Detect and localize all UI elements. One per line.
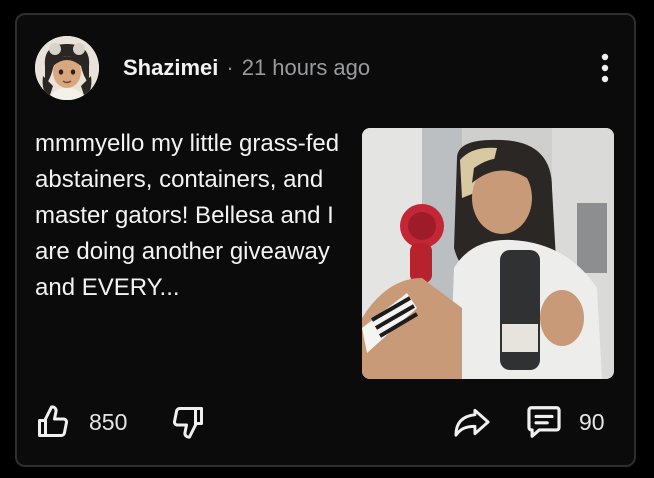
- timestamp: 21 hours ago: [241, 55, 371, 80]
- thumbs-up-icon: [35, 404, 71, 440]
- downvote-button[interactable]: [170, 402, 206, 442]
- post-meta: Shazimei · 21 hours ago: [123, 55, 370, 81]
- thumbs-down-icon: [170, 404, 206, 440]
- post-actions: 850 90: [35, 402, 612, 442]
- post-header: Shazimei · 21 hours ago: [35, 35, 620, 101]
- avatar-illustration: [35, 36, 99, 100]
- share-button[interactable]: [453, 402, 491, 442]
- share-arrow-icon: [453, 404, 491, 440]
- upvote-count: 850: [89, 408, 128, 435]
- thumbnail-photo: [362, 128, 614, 379]
- upvote-button[interactable]: 850: [35, 402, 127, 442]
- post-card[interactable]: Shazimei · 21 hours ago mmmyello my litt…: [15, 13, 636, 467]
- comment-count: 90: [579, 408, 605, 435]
- comment-icon: [525, 403, 563, 441]
- post-text[interactable]: mmmyello my little grass-fed abstainers,…: [35, 126, 345, 306]
- comments-button[interactable]: 90: [525, 402, 605, 442]
- avatar[interactable]: [35, 36, 99, 100]
- meta-separator: ·: [226, 55, 234, 80]
- username[interactable]: Shazimei: [123, 55, 218, 81]
- more-vertical-icon[interactable]: [596, 51, 614, 85]
- post-thumbnail[interactable]: [362, 128, 614, 379]
